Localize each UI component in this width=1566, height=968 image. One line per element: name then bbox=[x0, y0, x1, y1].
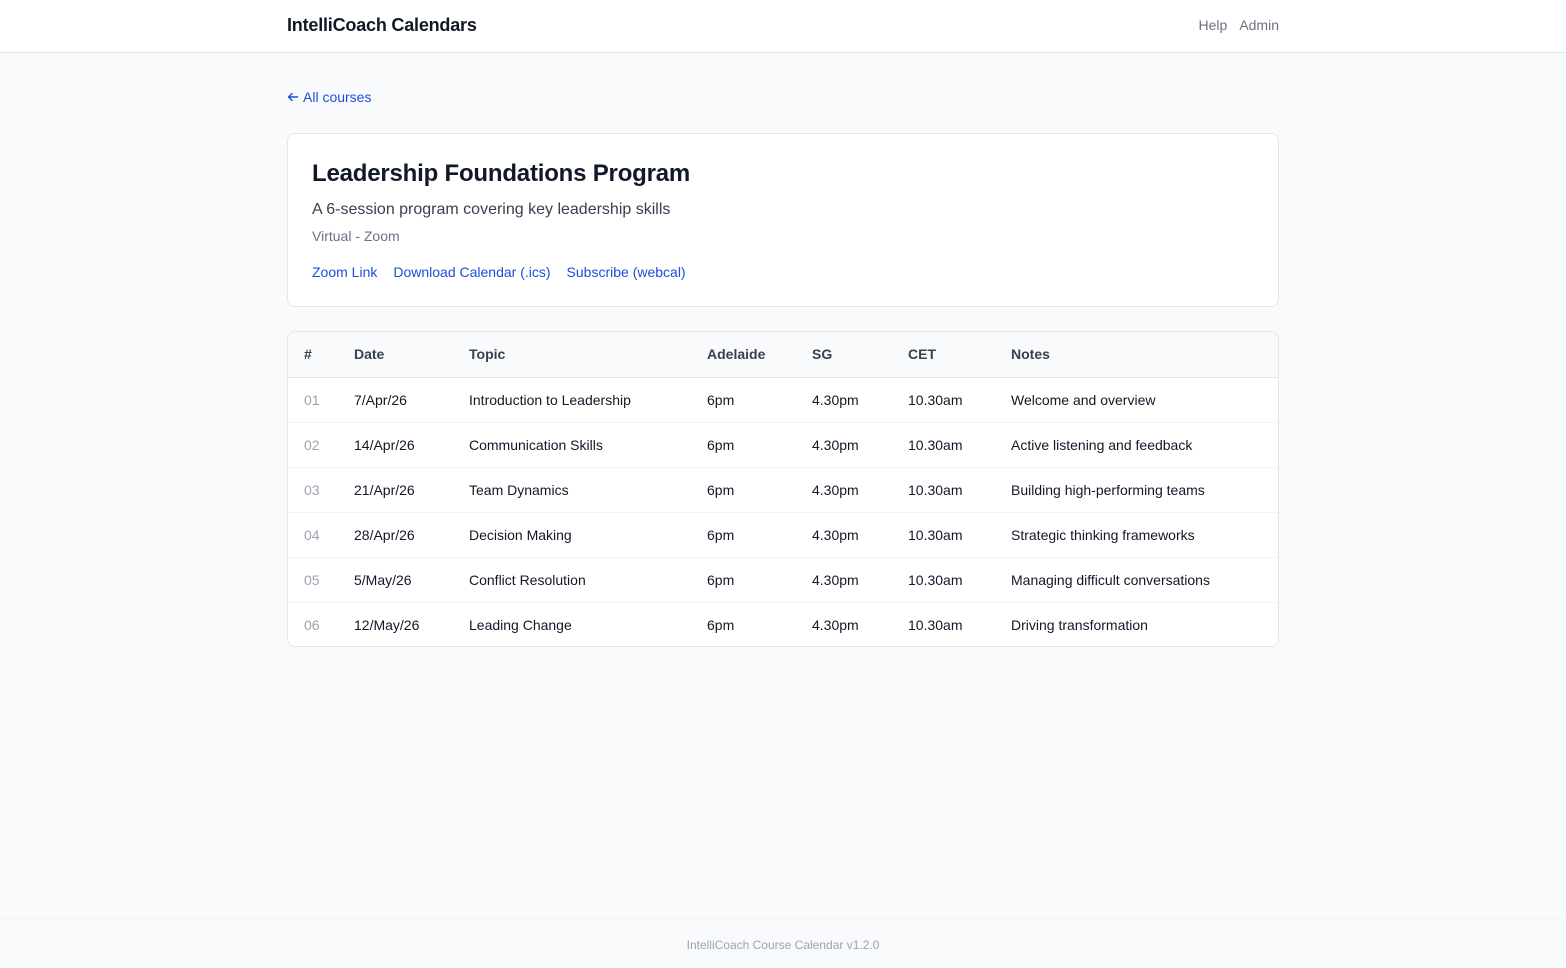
session-notes: Active listening and feedback bbox=[1011, 436, 1193, 453]
table-header-row: # Date Topic Adelaide SG CET Notes bbox=[288, 332, 1278, 377]
top-nav: Help Admin bbox=[1199, 17, 1279, 33]
session-date: 5/May/26 bbox=[354, 571, 412, 588]
session-notes: Welcome and overview bbox=[1011, 391, 1156, 408]
course-title: Leadership Foundations Program bbox=[312, 160, 691, 187]
session-number: 04 bbox=[304, 526, 320, 543]
zoom-link[interactable]: Zoom Link bbox=[312, 264, 377, 280]
session-number: 01 bbox=[304, 391, 320, 408]
session-date: 7/Apr/26 bbox=[354, 391, 407, 408]
brand-title[interactable]: IntelliCoach Calendars bbox=[287, 15, 477, 36]
session-topic: Team Dynamics bbox=[469, 481, 569, 498]
session-time-adelaide: 6pm bbox=[707, 391, 735, 408]
footer-version-text: IntelliCoach Course Calendar v1.2.0 bbox=[686, 938, 880, 952]
session-time-adelaide: 6pm bbox=[707, 571, 735, 588]
top-navbar: IntelliCoach Calendars Help Admin bbox=[0, 0, 1566, 53]
session-notes: Driving transformation bbox=[1011, 616, 1148, 633]
course-links: Zoom Link Download Calendar (.ics) Subsc… bbox=[312, 264, 686, 280]
help-link[interactable]: Help bbox=[1199, 17, 1228, 33]
course-description: A 6-session program covering key leaders… bbox=[312, 201, 671, 218]
session-topic: Communication Skills bbox=[469, 436, 603, 453]
course-card: Leadership Foundations Program A 6-sessi… bbox=[287, 133, 1279, 307]
session-date: 28/Apr/26 bbox=[354, 526, 415, 543]
arrow-left-icon bbox=[287, 92, 299, 102]
table-row: 02 14/Apr/26 Communication Skills 6pm 4.… bbox=[288, 422, 1278, 467]
course-location: Virtual - Zoom bbox=[312, 228, 400, 244]
session-time-sg: 4.30pm bbox=[812, 616, 859, 633]
session-time-cet: 10.30am bbox=[908, 526, 963, 543]
session-time-cet: 10.30am bbox=[908, 571, 963, 588]
column-header-adelaide: Adelaide bbox=[707, 346, 766, 363]
column-header-sg: SG bbox=[812, 346, 833, 363]
back-link-label: All courses bbox=[303, 89, 372, 105]
session-topic: Leading Change bbox=[469, 616, 572, 633]
table-row: 06 12/May/26 Leading Change 6pm 4.30pm 1… bbox=[288, 602, 1278, 646]
sessions-table: # Date Topic Adelaide SG CET Notes 01 7/… bbox=[288, 332, 1278, 646]
session-time-cet: 10.30am bbox=[908, 391, 963, 408]
session-topic: Conflict Resolution bbox=[469, 571, 586, 588]
table-row: 05 5/May/26 Conflict Resolution 6pm 4.30… bbox=[288, 557, 1278, 602]
column-header-cet: CET bbox=[908, 346, 936, 363]
session-date: 21/Apr/26 bbox=[354, 481, 415, 498]
session-time-adelaide: 6pm bbox=[707, 481, 735, 498]
sessions-table-container: # Date Topic Adelaide SG CET Notes 01 7/… bbox=[287, 331, 1279, 647]
session-time-sg: 4.30pm bbox=[812, 436, 859, 453]
session-date: 12/May/26 bbox=[354, 616, 420, 633]
session-time-adelaide: 6pm bbox=[707, 526, 735, 543]
footer: IntelliCoach Course Calendar v1.2.0 bbox=[0, 919, 1566, 968]
table-row: 03 21/Apr/26 Team Dynamics 6pm 4.30pm 10… bbox=[288, 467, 1278, 512]
column-header-notes: Notes bbox=[1011, 346, 1050, 363]
column-header-date: Date bbox=[354, 346, 385, 363]
session-time-cet: 10.30am bbox=[908, 481, 963, 498]
session-time-sg: 4.30pm bbox=[812, 481, 859, 498]
table-row: 04 28/Apr/26 Decision Making 6pm 4.30pm … bbox=[288, 512, 1278, 557]
session-number: 05 bbox=[304, 571, 320, 588]
session-notes: Managing difficult conversations bbox=[1011, 571, 1210, 588]
session-time-cet: 10.30am bbox=[908, 436, 963, 453]
session-time-cet: 10.30am bbox=[908, 616, 963, 633]
session-notes: Strategic thinking frameworks bbox=[1011, 526, 1195, 543]
session-time-sg: 4.30pm bbox=[812, 571, 859, 588]
subscribe-webcal-link[interactable]: Subscribe (webcal) bbox=[567, 264, 686, 280]
session-number: 02 bbox=[304, 436, 320, 453]
session-topic: Decision Making bbox=[469, 526, 572, 543]
table-row: 01 7/Apr/26 Introduction to Leadership 6… bbox=[288, 377, 1278, 422]
back-to-courses-link[interactable]: All courses bbox=[287, 89, 371, 105]
session-topic: Introduction to Leadership bbox=[469, 391, 631, 408]
session-time-adelaide: 6pm bbox=[707, 436, 735, 453]
session-time-adelaide: 6pm bbox=[707, 616, 735, 633]
session-date: 14/Apr/26 bbox=[354, 436, 415, 453]
session-number: 03 bbox=[304, 481, 320, 498]
session-time-sg: 4.30pm bbox=[812, 391, 859, 408]
session-time-sg: 4.30pm bbox=[812, 526, 859, 543]
admin-link[interactable]: Admin bbox=[1239, 17, 1279, 33]
session-notes: Building high-performing teams bbox=[1011, 481, 1205, 498]
column-header-topic: Topic bbox=[469, 346, 506, 363]
download-ics-link[interactable]: Download Calendar (.ics) bbox=[393, 264, 550, 280]
column-header-number: # bbox=[304, 346, 312, 363]
session-number: 06 bbox=[304, 616, 320, 633]
